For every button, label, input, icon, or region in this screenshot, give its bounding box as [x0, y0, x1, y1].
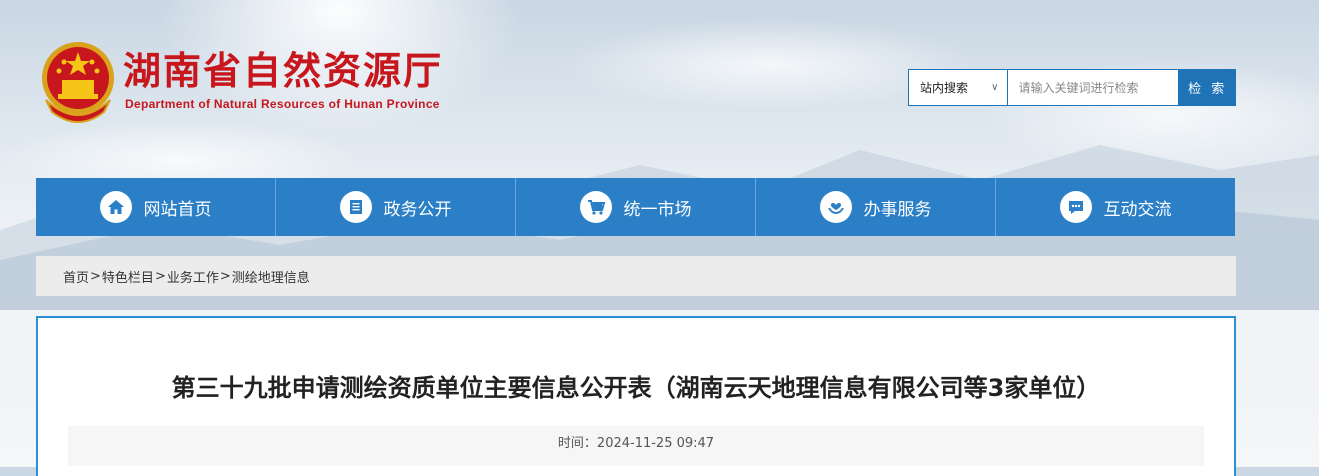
main-nav: 网站首页 政务公开 统一市场 办事服务 互动交流 — [36, 178, 1235, 236]
article-title: 第三十九批申请测绘资质单位主要信息公开表（湖南云天地理信息有限公司等3家单位） — [171, 374, 1101, 402]
article-panel: 第三十九批申请测绘资质单位主要信息公开表（湖南云天地理信息有限公司等3家单位） … — [36, 316, 1236, 476]
search-scope-select[interactable]: 站内搜索 ∨ — [908, 69, 1008, 106]
breadcrumb-business[interactable]: 业务工作 — [167, 267, 219, 286]
nav-item-label: 网站首页 — [143, 199, 212, 220]
chat-icon — [1059, 191, 1092, 223]
search-button[interactable]: 检 索 — [1179, 69, 1236, 106]
search-bar: 站内搜索 ∨ 检 索 — [908, 69, 1236, 106]
breadcrumb-separator: > — [90, 268, 101, 284]
breadcrumb-featured[interactable]: 特色栏目 — [102, 267, 154, 286]
site-subtitle-en: Department of Natural Resources of Hunan… — [125, 97, 440, 111]
nav-item-label: 政务公开 — [383, 199, 452, 220]
breadcrumb-separator: > — [219, 268, 231, 284]
breadcrumb-separator: > — [154, 268, 166, 284]
home-icon — [99, 191, 132, 223]
search-scope-label: 站内搜索 — [920, 81, 969, 95]
heart-hand-icon — [819, 191, 852, 223]
article-meta: 时间：2024-11-25 09:47 — [68, 426, 1204, 466]
nav-item-gov-info[interactable]: 政务公开 — [276, 178, 516, 236]
nav-item-label: 办事服务 — [863, 199, 932, 220]
national-emblem-logo — [38, 40, 118, 124]
breadcrumb: 首页 > 特色栏目 > 业务工作 > 测绘地理信息 — [36, 256, 1236, 296]
nav-item-interaction[interactable]: 互动交流 — [996, 178, 1235, 236]
site-title: 湖南省自然资源厅 — [123, 49, 444, 93]
document-icon — [339, 191, 372, 223]
breadcrumb-home[interactable]: 首页 — [63, 267, 89, 286]
nav-item-services[interactable]: 办事服务 — [756, 178, 996, 236]
nav-item-label: 互动交流 — [1103, 199, 1172, 220]
nav-item-home[interactable]: 网站首页 — [36, 178, 276, 236]
breadcrumb-surveying[interactable]: 测绘地理信息 — [232, 267, 310, 286]
nav-item-market[interactable]: 统一市场 — [516, 178, 756, 236]
chevron-down-icon: ∨ — [991, 82, 999, 93]
nav-item-label: 统一市场 — [623, 199, 692, 220]
search-input[interactable] — [1007, 69, 1180, 106]
cart-icon — [579, 191, 612, 223]
